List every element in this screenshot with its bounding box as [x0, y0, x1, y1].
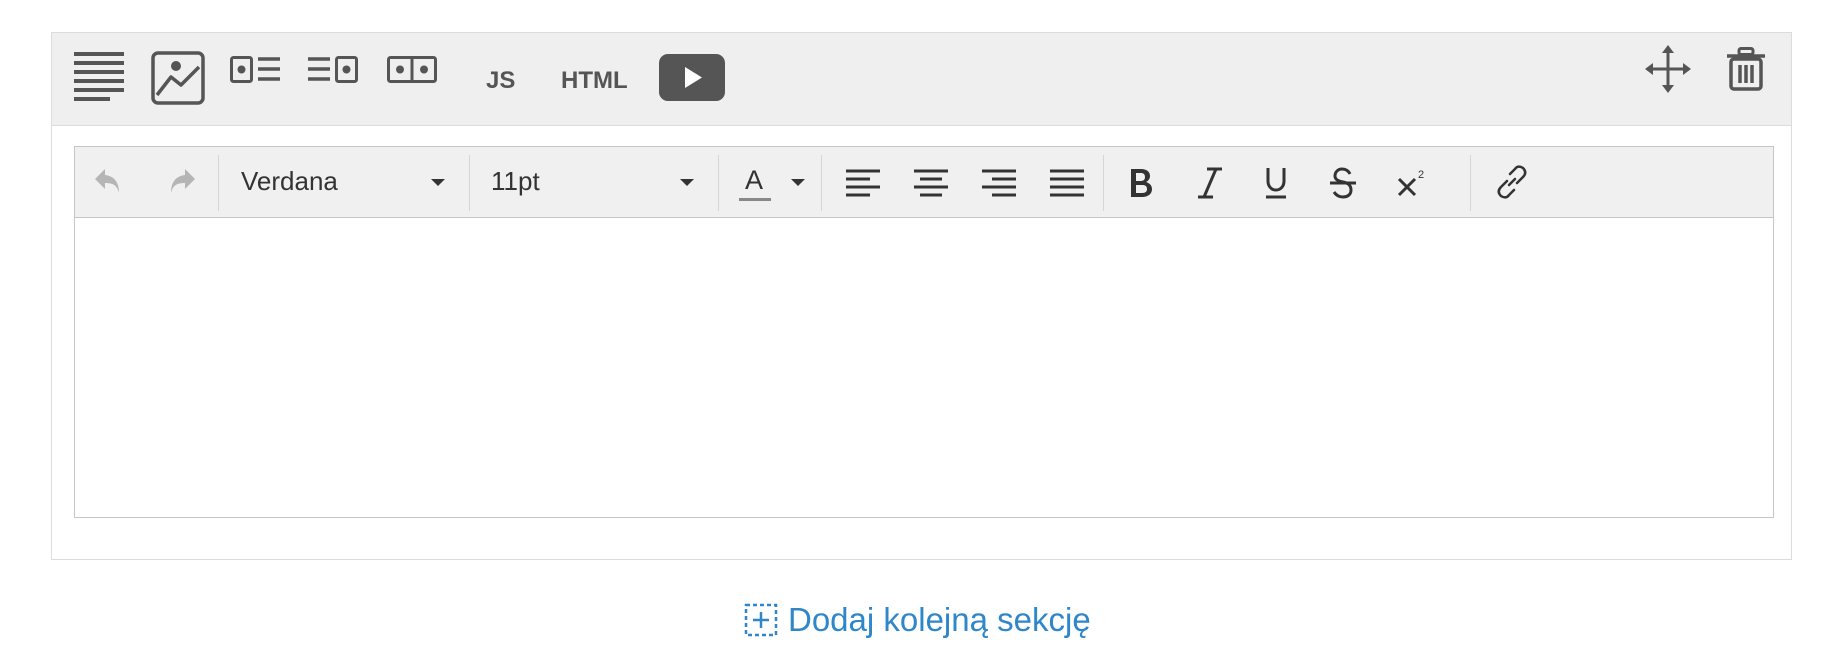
font-family-dropdown-icon[interactable] [431, 179, 445, 186]
text-color-button[interactable]: A [739, 167, 773, 201]
align-left-icon[interactable] [846, 169, 880, 197]
play-video-icon[interactable] [659, 54, 725, 101]
align-center-icon[interactable] [914, 169, 948, 197]
text-block-icon[interactable] [74, 51, 124, 105]
text-color-swatch [739, 198, 771, 201]
dashed-plus-icon [744, 603, 778, 637]
text-color-letter: A [745, 165, 764, 195]
undo-icon[interactable] [95, 167, 123, 197]
editor-content-area[interactable] [75, 218, 1773, 517]
align-right-icon[interactable] [982, 169, 1016, 197]
bold-icon[interactable] [1129, 167, 1153, 199]
section-toolbar: JS HTML [52, 33, 1791, 126]
rich-text-editor: Verdana 11pt A 2 [74, 146, 1774, 518]
superscript-icon[interactable]: 2 [1397, 167, 1427, 199]
italic-icon[interactable] [1197, 167, 1223, 199]
redo-icon[interactable] [167, 167, 195, 197]
align-justify-icon[interactable] [1050, 169, 1084, 197]
text-color-dropdown-icon[interactable] [791, 179, 805, 186]
svg-text:2: 2 [1418, 169, 1424, 181]
image-icon[interactable] [151, 51, 205, 105]
font-size-dropdown-icon[interactable] [680, 179, 694, 186]
add-section-label: Dodaj kolejną sekcję [788, 601, 1091, 638]
add-section-button[interactable]: Dodaj kolejną sekcję [744, 600, 1091, 640]
move-arrows-icon[interactable] [1645, 45, 1691, 93]
html-block-button[interactable]: HTML [561, 69, 628, 93]
font-family-select[interactable]: Verdana [241, 168, 338, 194]
content-section: JS HTML Verdana 11pt A 2 [51, 32, 1792, 560]
js-block-button[interactable]: JS [486, 69, 515, 93]
two-images-icon[interactable] [387, 56, 437, 86]
trash-icon[interactable] [1726, 47, 1766, 91]
link-icon[interactable] [1495, 165, 1529, 199]
underline-icon[interactable] [1264, 167, 1288, 199]
font-size-select[interactable]: 11pt [491, 168, 540, 194]
text-image-right-icon[interactable] [308, 56, 358, 86]
image-left-text-icon[interactable] [230, 56, 280, 86]
editor-toolbar: Verdana 11pt A 2 [75, 147, 1773, 218]
strikethrough-icon[interactable] [1329, 167, 1357, 199]
